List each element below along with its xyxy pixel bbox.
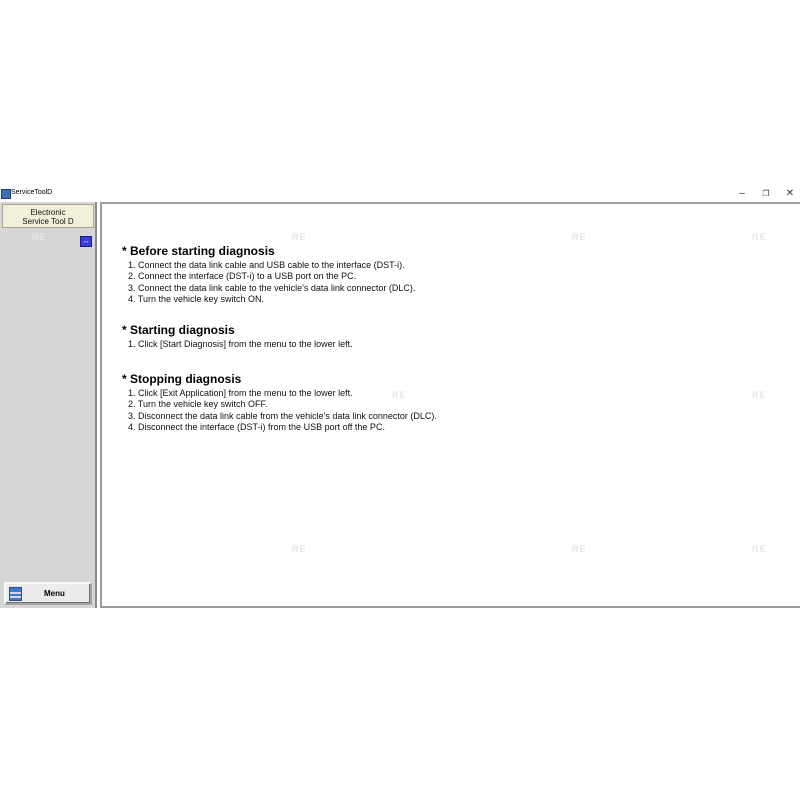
step-text: 1. Click [Start Diagnosis] from the menu… [128, 339, 353, 349]
app-window: ServiceToolD – ❐ ✕ Electronic Service To… [0, 186, 800, 610]
step-text: 2. Turn the vehicle key switch OFF. [128, 399, 268, 410]
section-title: * Before starting diagnosis [122, 244, 275, 258]
step-text: 4. Disconnect the interface (DST-i) from… [128, 421, 385, 432]
step-text: 1. Click [Exit Application] from the men… [128, 388, 353, 398]
maximize-button[interactable]: ❐ [756, 187, 776, 201]
sidebar-header-line2: Service Tool D [22, 217, 74, 226]
close-button[interactable]: ✕ [780, 187, 800, 201]
watermark: RE [752, 390, 767, 400]
step-text: 4. Turn the vehicle key switch ON. [128, 293, 265, 304]
minimize-button[interactable]: – [732, 187, 752, 201]
menu-list-icon [9, 587, 22, 601]
menu-button[interactable]: Menu [4, 582, 92, 605]
section-before-starting: * Before starting diagnosis 1. Connect t… [122, 244, 415, 305]
step-text: 1. Connect the data link cable and USB c… [128, 260, 405, 270]
step-text: 3. Disconnect the data link cable from t… [128, 410, 437, 421]
watermark: RE [752, 544, 767, 554]
app-icon [1, 189, 11, 199]
section-title: * Starting diagnosis [122, 323, 235, 337]
watermark: RE [752, 232, 767, 242]
window-title: ServiceToolD [11, 189, 53, 196]
watermark: RE [32, 232, 47, 242]
title-bar: ServiceToolD – ❐ ✕ [0, 186, 800, 202]
menu-button-label: Menu [44, 589, 65, 598]
watermark: RE [292, 544, 307, 554]
watermark: RE [292, 232, 307, 242]
step-text: 3. Connect the data link cable to the ve… [128, 282, 416, 293]
section-title: * Stopping diagnosis [122, 372, 242, 386]
swap-arrows-icon[interactable]: ↔ [80, 236, 92, 247]
sidebar-header: Electronic Service Tool D [2, 204, 94, 228]
step-text: 2. Connect the interface (DST-i) to a US… [128, 271, 357, 282]
watermark: RE [572, 232, 587, 242]
watermark: RE [572, 544, 587, 554]
sidebar-header-line1: Electronic [30, 208, 66, 217]
section-stopping: * Stopping diagnosis 1. Click [Exit Appl… [122, 372, 437, 433]
section-starting: * Starting diagnosis 1. Click [Start Dia… [122, 323, 353, 350]
instructions-panel: RE RE RE RE RE RE RE RE RE * Before star… [32, 202, 800, 608]
sidebar: Electronic Service Tool D ↔ Menu [0, 202, 97, 608]
